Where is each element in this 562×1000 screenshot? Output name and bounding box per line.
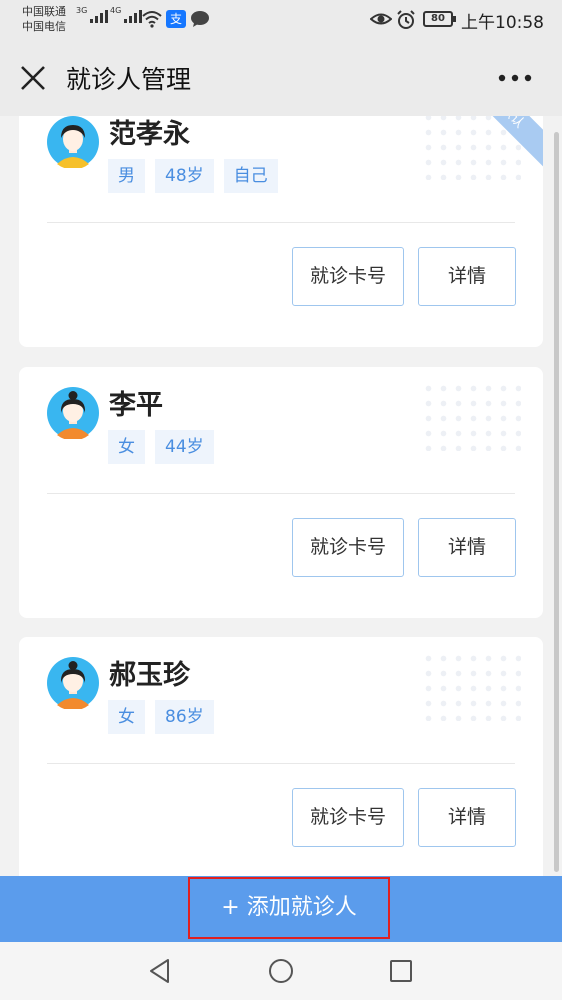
carrier-labels: 中国联通 中国电信	[22, 4, 66, 34]
message-icon	[191, 11, 209, 27]
alarm-icon	[397, 10, 415, 29]
divider	[47, 493, 515, 494]
dot-pattern	[421, 651, 521, 721]
wifi-icon	[142, 11, 162, 28]
patient-tags: 女 44岁	[108, 430, 214, 464]
dot-pattern	[421, 381, 521, 451]
card-number-button[interactable]: 就诊卡号	[292, 788, 404, 847]
patient-name: 范孝永	[109, 119, 190, 150]
carrier-2: 中国电信	[22, 20, 66, 33]
details-button[interactable]: 详情	[418, 247, 516, 306]
card-number-button[interactable]: 就诊卡号	[292, 247, 404, 306]
system-nav-bar	[0, 942, 562, 1000]
home-icon[interactable]	[267, 957, 295, 985]
carrier-1: 中国联通	[22, 5, 66, 18]
recents-icon[interactable]	[387, 957, 415, 985]
gender-tag: 男	[108, 159, 145, 193]
male-avatar-icon	[47, 116, 99, 168]
age-tag: 44岁	[155, 430, 214, 464]
add-patient-button[interactable]: + 添加就诊人	[188, 877, 390, 939]
patient-tags: 男 48岁 自己	[108, 159, 278, 193]
female-avatar-icon	[47, 387, 99, 439]
alipay-icon: 支	[166, 10, 186, 28]
patient-name: 李平	[109, 390, 163, 421]
page-title: 就诊人管理	[66, 65, 192, 94]
patient-card: 郝玉珍 女 86岁 就诊卡号 详情	[19, 637, 543, 876]
divider	[47, 763, 515, 764]
female-avatar-icon	[47, 657, 99, 709]
patient-name: 郝玉珍	[109, 660, 190, 691]
patient-list[interactable]: 默认 范孝永 男 48岁 自己 就诊卡号 详情 李平 女 44岁 就诊卡号 详情…	[0, 116, 562, 876]
back-icon[interactable]	[146, 957, 174, 985]
age-tag: 86岁	[155, 700, 214, 734]
patient-card: 默认 范孝永 男 48岁 自己 就诊卡号 详情	[19, 116, 543, 347]
eye-icon	[370, 13, 392, 25]
battery-icon: 80	[423, 11, 456, 27]
signal-4g-icon: 4G	[110, 6, 143, 23]
details-button[interactable]: 详情	[418, 788, 516, 847]
relation-tag: 自己	[223, 159, 278, 193]
close-icon[interactable]	[20, 65, 46, 91]
clock: 上午10:58	[461, 13, 544, 33]
status-bar: 中国联通 中国电信 3G 4G 支 80 上午10:58	[0, 0, 562, 40]
patient-card: 李平 女 44岁 就诊卡号 详情	[19, 367, 543, 618]
scrollbar[interactable]	[554, 132, 559, 872]
more-options-icon[interactable]	[498, 74, 532, 82]
add-patient-bar: + 添加就诊人	[0, 876, 562, 942]
card-number-button[interactable]: 就诊卡号	[292, 518, 404, 577]
gender-tag: 女	[108, 430, 145, 464]
divider	[47, 222, 515, 223]
patient-tags: 女 86岁	[108, 700, 214, 734]
age-tag: 48岁	[155, 159, 214, 193]
app-header: 就诊人管理	[0, 40, 562, 116]
gender-tag: 女	[108, 700, 145, 734]
signal-3g-icon: 3G	[76, 6, 109, 23]
details-button[interactable]: 详情	[418, 518, 516, 577]
